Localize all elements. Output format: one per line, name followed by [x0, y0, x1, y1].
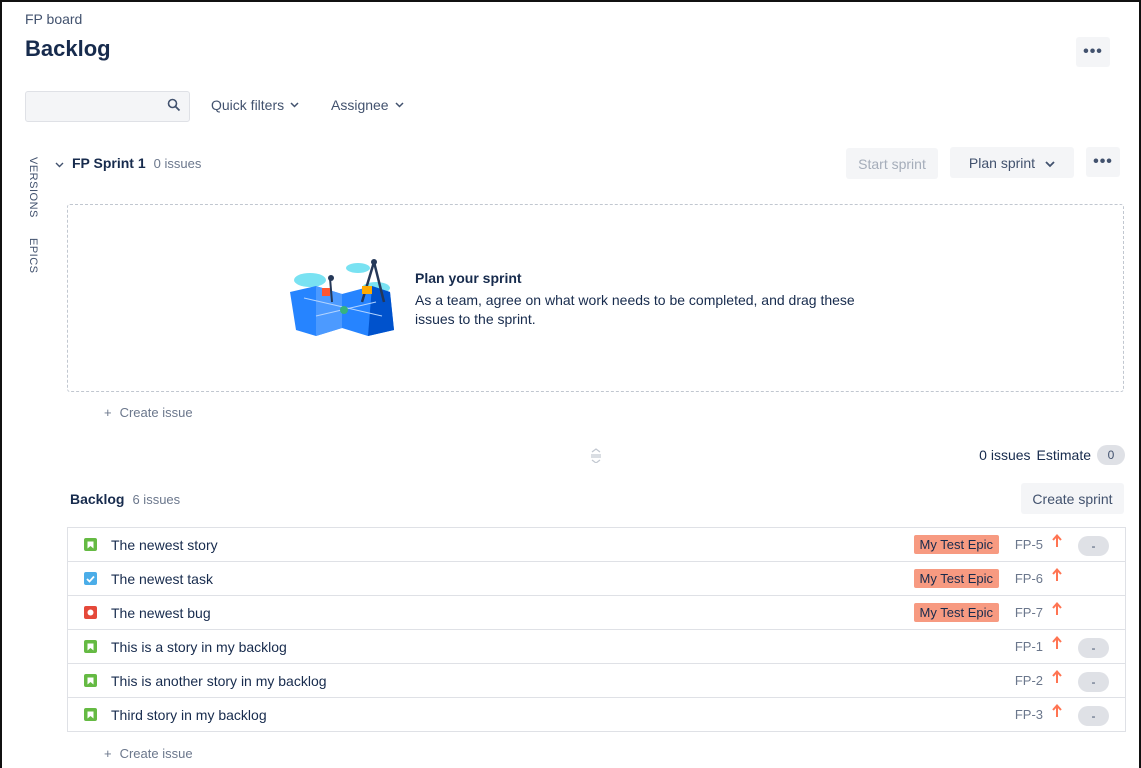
- backlog-title: Backlog: [70, 491, 125, 507]
- sprint-name: FP Sprint 1: [72, 155, 146, 171]
- estimate-badge[interactable]: -: [1078, 536, 1109, 556]
- issue-summary[interactable]: The newest story: [111, 537, 218, 553]
- estimate-badge: 0: [1097, 445, 1125, 465]
- issue-row[interactable]: This is another story in my backlog FP-2…: [67, 664, 1126, 698]
- priority-high-icon: [1052, 669, 1062, 687]
- search-input[interactable]: [26, 92, 156, 121]
- resize-handle-icon[interactable]: [589, 447, 603, 466]
- issue-key[interactable]: FP-1: [1015, 639, 1043, 654]
- sprint-create-issue-link[interactable]: + Create issue: [104, 405, 193, 420]
- issue-summary[interactable]: This is another story in my backlog: [111, 673, 327, 689]
- issue-row[interactable]: The newest task My Test Epic FP-6: [67, 562, 1126, 596]
- search-icon[interactable]: [167, 98, 181, 115]
- epic-label[interactable]: My Test Epic: [913, 535, 999, 554]
- create-issue-label: Create issue: [119, 405, 193, 420]
- backlog-issue-list: The newest story My Test Epic FP-5 - The…: [67, 527, 1126, 732]
- issue-key[interactable]: FP-3: [1015, 707, 1043, 722]
- page-more-button[interactable]: •••: [1076, 37, 1110, 67]
- issue-row[interactable]: Third story in my backlog FP-3 -: [67, 698, 1126, 732]
- priority-high-icon: [1052, 567, 1062, 585]
- issue-row[interactable]: The newest story My Test Epic FP-5 -: [67, 528, 1126, 562]
- issue-summary[interactable]: The newest bug: [111, 605, 211, 621]
- chevron-down-icon: [1045, 155, 1055, 171]
- plus-icon: +: [104, 746, 112, 761]
- issue-row[interactable]: This is a story in my backlog FP-1 -: [67, 630, 1126, 664]
- issue-key[interactable]: FP-2: [1015, 673, 1043, 688]
- issue-key[interactable]: FP-6: [1015, 571, 1043, 586]
- priority-high-icon: [1052, 635, 1062, 653]
- estimate-badge[interactable]: -: [1078, 672, 1109, 692]
- task-icon: [84, 572, 97, 585]
- sprint-map-illustration: [286, 258, 398, 341]
- quick-filters-label: Quick filters: [211, 97, 285, 113]
- epic-label[interactable]: My Test Epic: [913, 569, 999, 588]
- assignee-dropdown[interactable]: Assignee: [331, 97, 404, 113]
- plan-sprint-description: As a team, agree on what work needs to b…: [415, 292, 855, 327]
- issue-summary[interactable]: This is a story in my backlog: [111, 639, 287, 655]
- sprint-stats-issues: 0 issues: [979, 447, 1031, 463]
- create-issue-label: Create issue: [119, 746, 193, 761]
- sprint-stats: 0 issues Estimate 0: [979, 445, 1125, 465]
- epics-panel-tab[interactable]: EPICS: [27, 238, 39, 274]
- bug-icon: [84, 606, 97, 619]
- issue-summary[interactable]: Third story in my backlog: [111, 707, 267, 723]
- chevron-down-icon: [395, 100, 404, 111]
- story-icon: [84, 640, 97, 653]
- story-icon: [84, 708, 97, 721]
- estimate-badge[interactable]: -: [1078, 638, 1109, 658]
- create-sprint-button[interactable]: Create sprint: [1021, 483, 1124, 514]
- breadcrumb[interactable]: FP board: [25, 11, 82, 27]
- estimate-label: Estimate: [1036, 447, 1091, 463]
- plan-sprint-title: Plan your sprint: [415, 270, 522, 286]
- quick-filters-dropdown[interactable]: Quick filters: [211, 97, 299, 113]
- issue-key[interactable]: FP-5: [1015, 537, 1043, 552]
- assignee-label: Assignee: [331, 97, 389, 113]
- chevron-down-icon: [290, 100, 299, 111]
- priority-high-icon: [1052, 601, 1062, 619]
- issue-row[interactable]: The newest bug My Test Epic FP-7: [67, 596, 1126, 630]
- page-title: Backlog: [25, 36, 111, 61]
- plan-sprint-label: Plan sprint: [968, 154, 1036, 171]
- plan-sprint-button[interactable]: Plan sprint: [950, 147, 1074, 178]
- backlog-issue-count: 6 issues: [132, 491, 181, 507]
- sprint-header[interactable]: FP Sprint 1 0 issues: [55, 155, 201, 171]
- estimate-badge[interactable]: -: [1078, 706, 1109, 726]
- story-icon: [84, 674, 97, 687]
- issue-key[interactable]: FP-7: [1015, 605, 1043, 620]
- plus-icon: +: [104, 405, 112, 420]
- priority-high-icon: [1052, 533, 1062, 551]
- epic-label[interactable]: My Test Epic: [913, 603, 999, 622]
- search-box[interactable]: [25, 91, 190, 122]
- sprint-more-button[interactable]: •••: [1086, 147, 1120, 177]
- priority-high-icon: [1052, 703, 1062, 721]
- chevron-down-icon[interactable]: [55, 155, 64, 171]
- story-icon: [84, 538, 97, 551]
- issue-summary[interactable]: The newest task: [111, 571, 213, 587]
- start-sprint-button[interactable]: Start sprint: [846, 148, 938, 179]
- backlog-create-issue-link[interactable]: + Create issue: [104, 746, 193, 761]
- backlog-header: Backlog 6 issues: [70, 491, 180, 507]
- versions-panel-tab[interactable]: VERSIONS: [27, 157, 39, 218]
- sprint-issue-count: 0 issues: [153, 155, 202, 171]
